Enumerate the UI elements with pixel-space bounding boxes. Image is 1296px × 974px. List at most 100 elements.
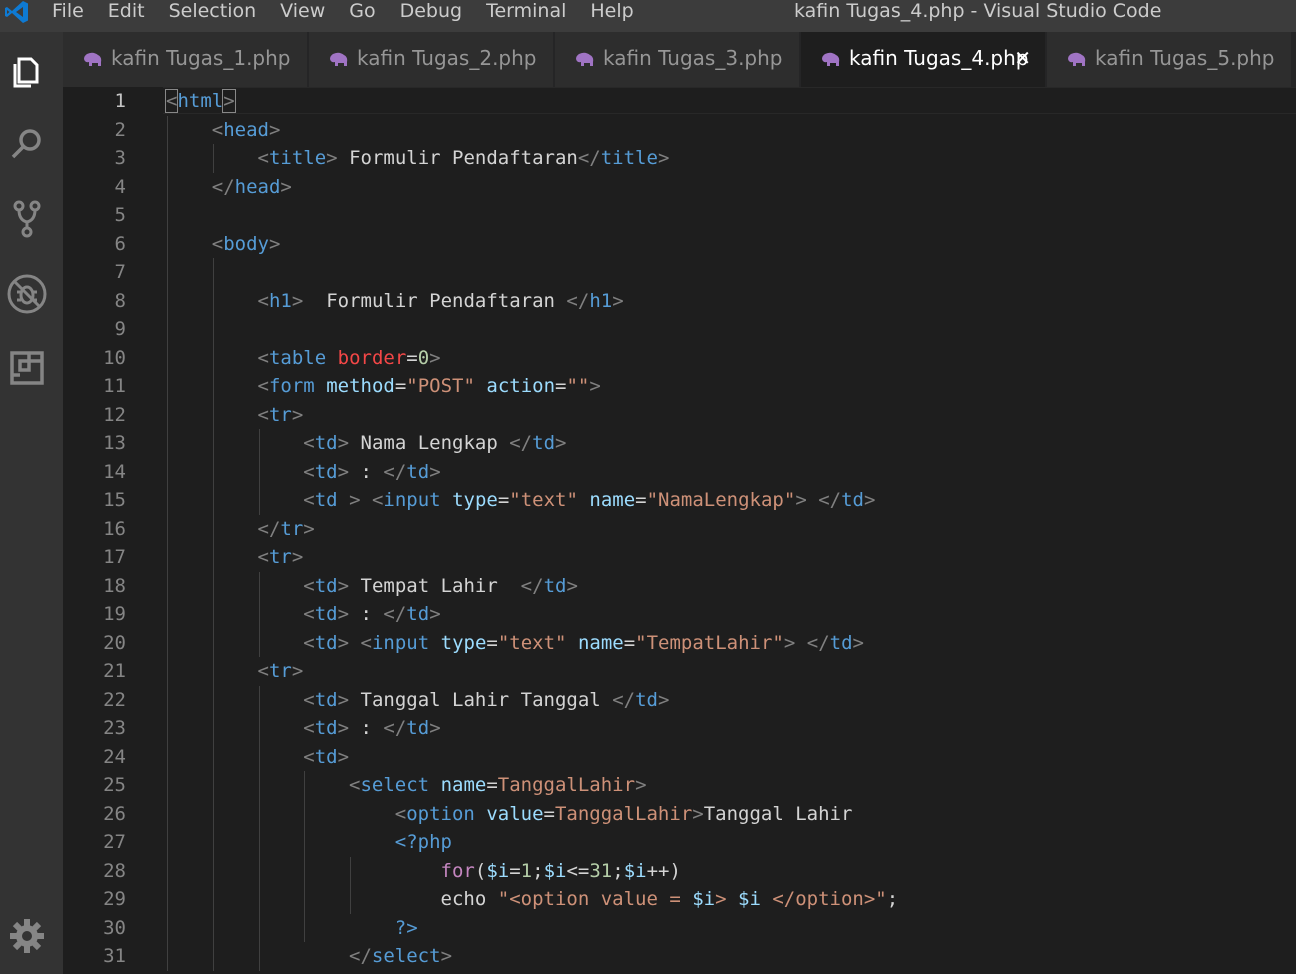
code-line[interactable]: 29 echo "<option value = $i> $i </option… [63, 885, 1296, 913]
code-text: ?> [394, 916, 418, 939]
code-line[interactable]: 16 </tr> [63, 515, 1296, 543]
settings-gear-icon[interactable] [5, 914, 49, 958]
code-line[interactable]: 26 <option value=TanggalLahir>Tanggal La… [63, 800, 1296, 828]
line-number: 4 [114, 175, 126, 198]
code-line[interactable]: 8 <h1> Formulir Pendaftaran </h1> [63, 287, 1296, 315]
indent-guide [350, 856, 352, 914]
code-text: <form method="POST" action=""> [257, 375, 601, 397]
line-number: 30 [103, 916, 126, 939]
line-number: 10 [103, 346, 126, 369]
files-icon[interactable] [5, 48, 49, 92]
code-line[interactable]: 9 [63, 315, 1296, 343]
code-text: <h1> Formulir Pendaftaran </h1> [257, 289, 624, 312]
code-text: <td> Tempat Lahir </td> [303, 574, 578, 597]
code-line[interactable]: 4 </head> [63, 173, 1296, 201]
menu-view[interactable]: View [268, 0, 337, 24]
code-line[interactable]: 10 <table border=0> [63, 344, 1296, 372]
indent-guide [212, 144, 214, 173]
tab-5[interactable]: kafin Tugas_5.php [1047, 32, 1292, 87]
line-number: 11 [103, 375, 126, 397]
php-file-icon [330, 52, 348, 66]
code-line[interactable]: 5 [63, 201, 1296, 229]
code-line[interactable]: 22 <td> Tanggal Lahir Tanggal </td> [63, 686, 1296, 714]
tab-label: kafin Tugas_3.php [603, 46, 783, 70]
code-line[interactable]: 12 <tr> [63, 401, 1296, 429]
code-line[interactable]: 31 </select> [63, 942, 1296, 970]
code-line[interactable]: 19 <td> : </td> [63, 600, 1296, 628]
php-file-icon [576, 52, 594, 66]
line-number: 14 [103, 460, 126, 483]
tab-2[interactable]: kafin Tugas_2.php [309, 32, 554, 87]
menu-go[interactable]: Go [337, 0, 387, 24]
search-icon[interactable] [5, 122, 49, 166]
code-line[interactable]: 25 <select name=TanggalLahir> [63, 771, 1296, 799]
code-text: <body> [211, 232, 281, 255]
debug-icon[interactable] [5, 272, 49, 316]
code-line[interactable]: 6 <body> [63, 230, 1296, 258]
menu-help[interactable]: Help [578, 0, 645, 24]
editor-tabs: kafin Tugas_1.php kafin Tugas_2.php kafin … [63, 32, 1296, 87]
line-number: 23 [103, 717, 126, 739]
menu-debug[interactable]: Debug [388, 0, 474, 24]
code-text: <table border=0> [257, 346, 441, 369]
line-number: 5 [114, 204, 126, 226]
code-text: </select> [349, 945, 453, 967]
line-number: 15 [103, 489, 126, 511]
code-line[interactable]: 1 <html> [63, 87, 1296, 115]
code-text: <tr> [257, 546, 304, 568]
code-line[interactable]: 2 <head> [63, 116, 1296, 144]
code-line[interactable]: 11 <form method="POST" action=""> [63, 372, 1296, 400]
code-line[interactable]: 24 <td> [63, 743, 1296, 771]
php-file-icon [84, 52, 102, 66]
indent-guide [258, 571, 260, 657]
menu-edit[interactable]: Edit [96, 0, 157, 24]
code-text: </head> [211, 175, 292, 198]
activity-bar [0, 32, 63, 974]
line-number: 19 [103, 603, 126, 625]
line-number: 13 [103, 432, 126, 454]
tab-label: kafin Tugas_4.php [849, 46, 1029, 70]
code-line[interactable]: 28 for($i=1;$i<=31;$i++) [63, 857, 1296, 885]
code-line[interactable]: 20 <td> <input type="text" name="TempatL… [63, 629, 1296, 657]
line-number: 28 [103, 859, 126, 882]
line-number: 7 [114, 261, 126, 283]
menu-file[interactable]: File [40, 0, 96, 24]
code-line[interactable]: 27 <?php [63, 828, 1296, 856]
code-text: <td > <input type="text" name="NamaLengk… [303, 489, 876, 511]
tab-label: kafin Tugas_2.php [357, 46, 537, 70]
menu-terminal[interactable]: Terminal [474, 0, 578, 24]
tab-3[interactable]: kafin Tugas_3.php [555, 32, 800, 87]
line-number: 9 [114, 318, 126, 340]
line-number: 1 [114, 90, 126, 112]
indent-guide [258, 429, 260, 515]
code-text: <td> : </td> [303, 460, 441, 483]
tab-4[interactable]: kafin Tugas_4.php ✕ [801, 32, 1046, 87]
code-line[interactable]: 13 <td> Nama Lengkap </td> [63, 429, 1296, 457]
code-line[interactable]: 7 [63, 258, 1296, 286]
code-text: <select name=TanggalLahir> [349, 774, 647, 796]
line-number: 22 [103, 688, 126, 711]
code-line[interactable]: 30 ?> [63, 914, 1296, 942]
code-text: <td> : </td> [303, 603, 441, 625]
code-line[interactable]: 3 <title> Formulir Pendaftaran</title> [63, 144, 1296, 172]
code-line[interactable]: 23 <td> : </td> [63, 714, 1296, 742]
menu-selection[interactable]: Selection [157, 0, 269, 24]
code-line[interactable]: 18 <td> Tempat Lahir </td> [63, 572, 1296, 600]
code-text: </tr> [257, 517, 315, 540]
code-line[interactable]: 14 <td> : </td> [63, 458, 1296, 486]
extensions-icon[interactable] [5, 346, 49, 390]
code-text: <td> Tanggal Lahir Tanggal </td> [303, 688, 670, 711]
source-control-icon[interactable] [5, 196, 49, 240]
close-icon[interactable]: ✕ [1014, 46, 1031, 70]
code-line[interactable]: 21 <tr> [63, 657, 1296, 685]
code-text: <title> Formulir Pendaftaran</title> [257, 147, 670, 169]
code-line[interactable]: 17 <tr> [63, 543, 1296, 571]
code-text: <option value=TanggalLahir>Tanggal Lahir [394, 802, 853, 825]
line-number: 31 [103, 945, 126, 967]
code-editor[interactable]: 1 <html> 2 <head> 3 <title> Formulir Pendaf… [63, 87, 1296, 974]
line-number: 12 [103, 403, 126, 426]
code-line[interactable]: 15 <td > <input type="text" name="NamaLe… [63, 486, 1296, 514]
vscode-logo-icon [5, 1, 28, 23]
line-number: 21 [103, 660, 126, 682]
tab-1[interactable]: kafin Tugas_1.php [63, 32, 308, 87]
